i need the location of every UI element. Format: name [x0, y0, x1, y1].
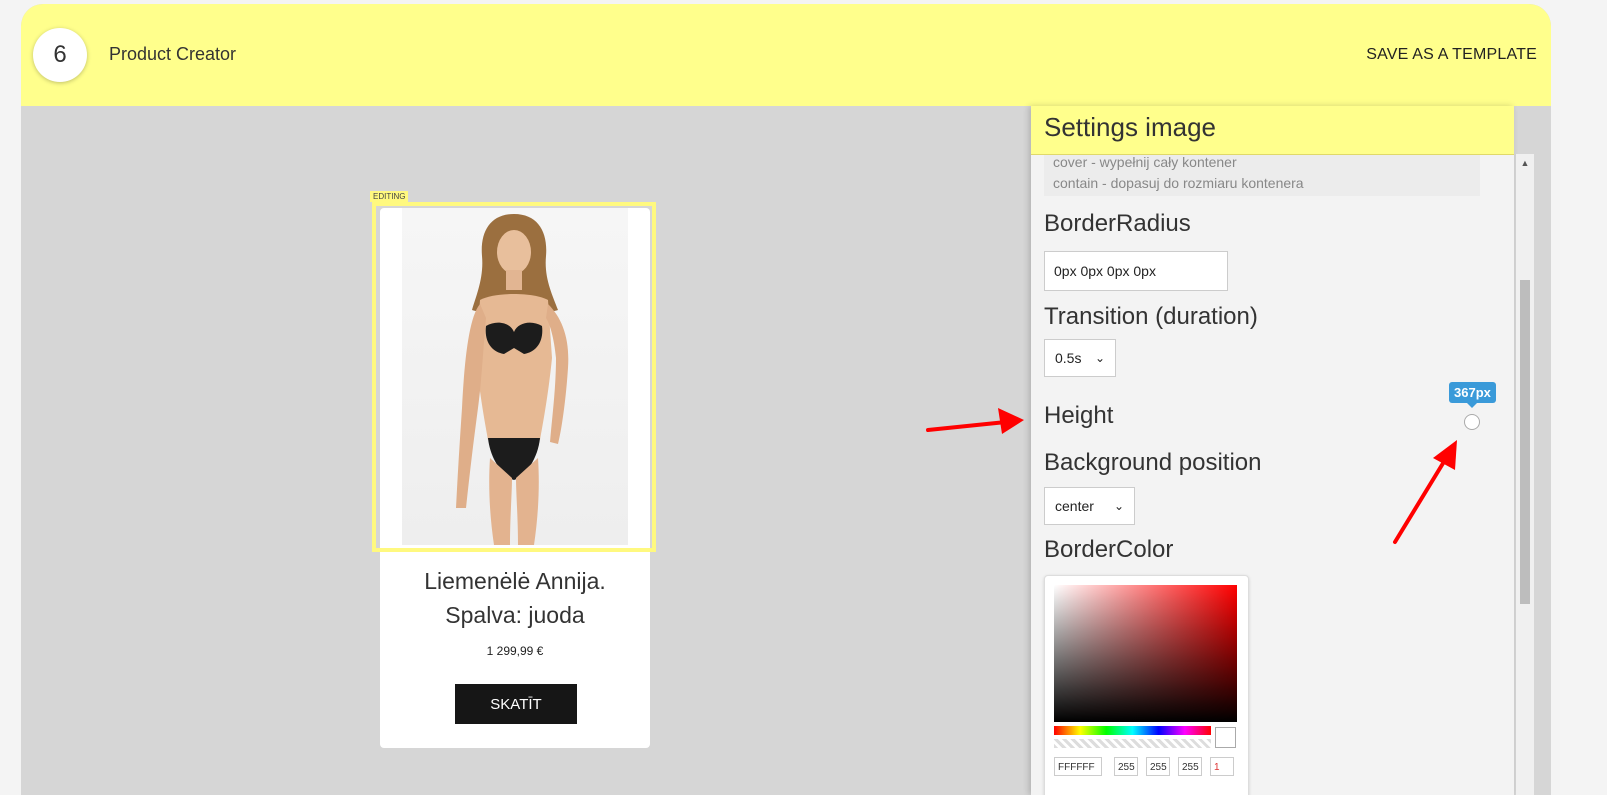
product-creator-app: 6 Product Creator SAVE AS A TEMPLATE Lie… [21, 4, 1551, 795]
product-name: Liemenėlė Annija. Spalva: juoda [380, 564, 650, 632]
red-field[interactable]: 255 [1114, 757, 1138, 776]
product-name-line-2: Spalva: juoda [445, 602, 585, 628]
red-arrow-height-left [926, 408, 1024, 434]
height-label: Height [1044, 402, 1114, 429]
chevron-down-icon: ⌄ [1113, 499, 1124, 513]
color-swatch [1215, 727, 1236, 748]
color-picker: FFFFFF 255 255 255 1 [1044, 575, 1249, 795]
background-position-select-value: center [1055, 498, 1094, 514]
border-radius-input[interactable] [1044, 251, 1228, 291]
transition-label: Transition (duration) [1044, 303, 1258, 330]
transition-select[interactable]: 0.5s ⌄ [1044, 339, 1116, 377]
border-radius-label: BorderRadius [1044, 210, 1191, 237]
hue-slider[interactable] [1054, 726, 1211, 735]
product-name-line-1: Liemenėlė Annija. [424, 568, 606, 594]
saturation-area[interactable] [1054, 585, 1237, 722]
step-number-badge: 6 [33, 28, 87, 82]
alpha-field[interactable]: 1 [1210, 757, 1234, 776]
transition-select-value: 0.5s [1055, 350, 1082, 366]
save-as-template-button[interactable]: SAVE AS A TEMPLATE [1366, 46, 1537, 64]
triangle-up-icon[interactable]: ▲ [1516, 158, 1534, 168]
height-slider-tooltip: 367px [1449, 382, 1496, 408]
editing-tag: EDITING [370, 191, 409, 202]
background-position-select[interactable]: center ⌄ [1044, 487, 1135, 525]
background-position-label: Background position [1044, 449, 1262, 476]
page-title: Product Creator [109, 44, 237, 64]
height-slider-handle[interactable] [1464, 414, 1480, 430]
chevron-down-icon: ⌄ [1094, 351, 1105, 365]
hex-field[interactable]: FFFFFF [1054, 757, 1102, 776]
scrollbar-thumb[interactable] [1520, 280, 1530, 604]
preview-canvas: Liemenėlė Annija. Spalva: juoda 1 299,99… [21, 106, 1034, 795]
settings-panel-title: Settings image [1044, 112, 1216, 142]
product-price: 1 299,99 € [486, 644, 544, 658]
hint-line-cover: cover - wypełnij cały kontener [1053, 154, 1237, 170]
border-color-label: BorderColor [1044, 536, 1174, 563]
background-size-hint: cover - wypełnij cały kontener contain -… [1044, 150, 1480, 196]
buy-button[interactable]: SKATĪT [455, 684, 577, 724]
settings-scrollbar[interactable]: ▲ [1516, 154, 1534, 795]
green-field[interactable]: 255 [1146, 757, 1170, 776]
hint-line-contain: contain - dopasuj do rozmiaru kontenera [1053, 175, 1304, 191]
blue-field[interactable]: 255 [1178, 757, 1202, 776]
settings-panel-header: Settings image [1031, 106, 1514, 155]
top-header: 6 Product Creator SAVE AS A TEMPLATE [21, 4, 1551, 106]
alpha-slider[interactable] [1054, 739, 1211, 748]
red-arrow-slider [1393, 440, 1457, 544]
editing-outline [372, 202, 656, 552]
